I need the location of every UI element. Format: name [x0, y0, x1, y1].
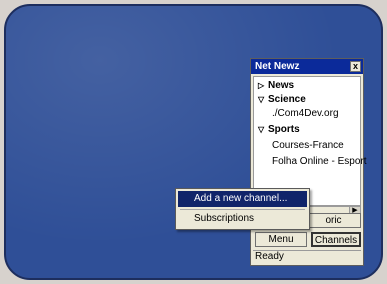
channel-tree[interactable]: ▷ News ▽ Science ./Com4Dev.org ▽ Sports Cou…	[253, 76, 367, 206]
expanded-triangle-icon[interactable]: ▽	[258, 123, 268, 137]
channels-button[interactable]: Channels	[311, 232, 361, 247]
historic-button[interactable]: oric	[306, 213, 361, 228]
tree-item-folha-online[interactable]: Folha Online - Esport	[272, 155, 367, 169]
menu-button[interactable]: Menu	[255, 232, 307, 247]
tree-item-science[interactable]: ▽ Science	[258, 93, 306, 107]
menu-separator	[180, 209, 305, 210]
menu-item-subscriptions[interactable]: Subscriptions	[178, 211, 307, 227]
status-bar: Ready	[253, 250, 361, 263]
tree-item-news[interactable]: ▷ News	[258, 79, 294, 93]
net-newz-window: Net Newz x ▷ News ▽ Science ./Com4Dev.org …	[250, 58, 367, 266]
close-button[interactable]: x	[350, 61, 361, 72]
tree-item-courses-france[interactable]: Courses-France	[272, 139, 344, 153]
window-title-bar[interactable]: Net Newz x	[251, 59, 363, 74]
tree-item-com4dev[interactable]: ./Com4Dev.org	[272, 107, 339, 121]
close-icon: x	[352, 61, 358, 71]
window-title: Net Newz	[255, 61, 300, 72]
context-menu: Add a new channel... Subscriptions	[175, 188, 310, 230]
tree-item-sports[interactable]: ▽ Sports	[258, 123, 300, 137]
collapsed-triangle-icon[interactable]: ▷	[258, 79, 268, 93]
menu-item-add-channel[interactable]: Add a new channel...	[178, 191, 307, 207]
expanded-triangle-icon[interactable]: ▽	[258, 93, 268, 107]
